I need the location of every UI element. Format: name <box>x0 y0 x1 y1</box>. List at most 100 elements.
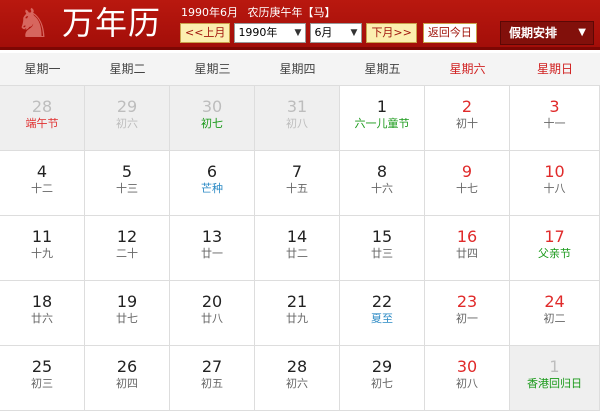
holiday-schedule-label: 假期安排 <box>509 26 558 40</box>
calendar-day-cell[interactable]: 16 廿四 <box>425 216 510 281</box>
horse-logo-icon: ♞ <box>15 1 51 47</box>
calendar-day-cell[interactable]: 28 初六 <box>255 346 340 411</box>
day-number: 13 <box>201 227 223 246</box>
calendar-day-cell[interactable]: 1 香港回归日 <box>510 346 600 411</box>
calendar-day-cell[interactable]: 9 十七 <box>425 151 510 216</box>
calendar-day-cell[interactable]: 12 二十 <box>85 216 170 281</box>
calendar-day-cell[interactable]: 11 十九 <box>0 216 85 281</box>
calendar-day-cell[interactable]: 1 六一儿童节 <box>340 86 425 151</box>
calendar-day-cell[interactable]: 6 芒种 <box>170 151 255 216</box>
calendar-day-cell[interactable]: 22 夏至 <box>340 281 425 346</box>
app-title: 万年历 <box>62 4 162 42</box>
lunar-date: 十二 <box>31 182 53 195</box>
day-number: 29 <box>371 357 393 376</box>
lunar-date: 十七 <box>456 182 478 195</box>
holiday-schedule-dropdown[interactable]: 假期安排 ▼ <box>500 21 594 45</box>
lunar-date: 十五 <box>286 182 308 195</box>
calendar-day-cell[interactable]: 4 十二 <box>0 151 85 216</box>
month-select[interactable]: 6月 ▼ <box>310 23 363 43</box>
prev-month-button[interactable]: <<上月 <box>180 23 231 43</box>
day-number: 28 <box>31 97 53 116</box>
calendar-day-cell[interactable]: 30 初七 <box>170 86 255 151</box>
calendar-day-cell[interactable]: 5 十三 <box>85 151 170 216</box>
day-number: 3 <box>549 97 560 116</box>
date-info: 1990年6月 农历庚午年【马】 <box>181 4 342 20</box>
calendar-day-cell[interactable]: 15 廿三 <box>340 216 425 281</box>
day-number: 31 <box>286 97 308 116</box>
lunar-date: 六一儿童节 <box>354 117 410 130</box>
day-number: 28 <box>286 357 308 376</box>
lunar-date: 端午节 <box>25 117 59 130</box>
calendar-day-cell[interactable]: 20 廿八 <box>170 281 255 346</box>
day-number: 24 <box>544 292 565 311</box>
calendar-day-cell[interactable]: 8 十六 <box>340 151 425 216</box>
day-number: 6 <box>206 162 218 181</box>
lunar-date: 廿六 <box>31 312 53 325</box>
calendar-day-cell[interactable]: 24 初二 <box>510 281 600 346</box>
chevron-down-icon: ▼ <box>578 27 586 38</box>
lunar-date: 初二 <box>543 312 566 325</box>
weekday-label: 星期一 <box>24 62 61 76</box>
next-month-button[interactable]: 下月>> <box>366 23 417 43</box>
calendar-day-cell[interactable]: 23 初一 <box>425 281 510 346</box>
calendar-day-cell[interactable]: 28 端午节 <box>0 86 85 151</box>
calendar-day-cell[interactable]: 30 初八 <box>425 346 510 411</box>
lunar-date: 初六 <box>116 117 138 130</box>
calendar-day-cell[interactable]: 25 初三 <box>0 346 85 411</box>
chevron-down-icon: ▼ <box>350 28 358 38</box>
lunar-date: 十九 <box>31 247 53 260</box>
lunar-date: 廿四 <box>456 247 478 260</box>
lunar-date: 初七 <box>201 117 223 130</box>
year-select[interactable]: 1990年 ▼ <box>234 23 307 43</box>
day-number: 9 <box>461 162 473 181</box>
lunar-date: 初五 <box>201 377 223 390</box>
lunar-date: 廿三 <box>371 247 393 260</box>
calendar-day-cell[interactable]: 31 初八 <box>255 86 340 151</box>
lunar-date: 初一 <box>456 312 478 325</box>
weekday-label: 星期二 <box>109 62 146 76</box>
lunar-date: 十三 <box>116 182 138 195</box>
day-number: 5 <box>121 162 133 181</box>
calendar-header: ♞ 万年历 1990年6月 农历庚午年【马】 <<上月 1990年 ▼ 6月 ▼… <box>0 0 600 50</box>
weekday-label: 星期日 <box>536 62 573 76</box>
calendar-day-cell[interactable]: 10 十八 <box>510 151 600 216</box>
lunar-date: 初三 <box>31 377 53 390</box>
month-select-value: 6月 <box>314 26 333 39</box>
today-button[interactable]: 返回今日 <box>422 23 477 43</box>
calendar-day-cell[interactable]: 21 廿九 <box>255 281 340 346</box>
lunar-date: 初六 <box>286 377 308 390</box>
lunar-date: 十六 <box>371 182 393 195</box>
calendar-day-cell[interactable]: 29 初六 <box>85 86 170 151</box>
lunar-year: 农历庚午年【马】 <box>247 6 336 19</box>
calendar-day-cell[interactable]: 13 廿一 <box>170 216 255 281</box>
weekday-header: 星期一 星期二 星期三 星期四 星期五 星期六 星期日 <box>0 53 600 86</box>
day-number: 1 <box>376 97 388 116</box>
weekday-label: 星期五 <box>364 62 401 76</box>
day-number: 19 <box>116 292 138 311</box>
calendar-day-cell[interactable]: 19 廿七 <box>85 281 170 346</box>
lunar-date: 廿七 <box>116 312 138 325</box>
calendar-day-cell[interactable]: 14 廿二 <box>255 216 340 281</box>
weekday-label: 星期三 <box>194 62 231 76</box>
calendar-day-cell[interactable]: 17 父亲节 <box>510 216 600 281</box>
day-number: 1 <box>549 357 560 376</box>
lunar-date: 香港回归日 <box>527 377 582 390</box>
day-number: 20 <box>201 292 223 311</box>
calendar-day-cell[interactable]: 29 初七 <box>340 346 425 411</box>
day-number: 16 <box>456 227 478 246</box>
day-number: 25 <box>31 357 53 376</box>
lunar-date: 芒种 <box>201 182 223 195</box>
chevron-down-icon: ▼ <box>294 28 302 38</box>
calendar-day-cell[interactable]: 2 初十 <box>425 86 510 151</box>
lunar-date: 十八 <box>543 182 566 195</box>
calendar-day-cell[interactable]: 26 初四 <box>85 346 170 411</box>
lunar-date: 十一 <box>543 117 566 130</box>
calendar-day-cell[interactable]: 7 十五 <box>255 151 340 216</box>
lunar-date: 廿八 <box>201 312 223 325</box>
calendar-day-cell[interactable]: 3 十一 <box>510 86 600 151</box>
day-number: 18 <box>31 292 53 311</box>
calendar-day-cell[interactable]: 18 廿六 <box>0 281 85 346</box>
day-number: 15 <box>371 227 393 246</box>
lunar-date: 夏至 <box>371 312 393 325</box>
calendar-day-cell[interactable]: 27 初五 <box>170 346 255 411</box>
